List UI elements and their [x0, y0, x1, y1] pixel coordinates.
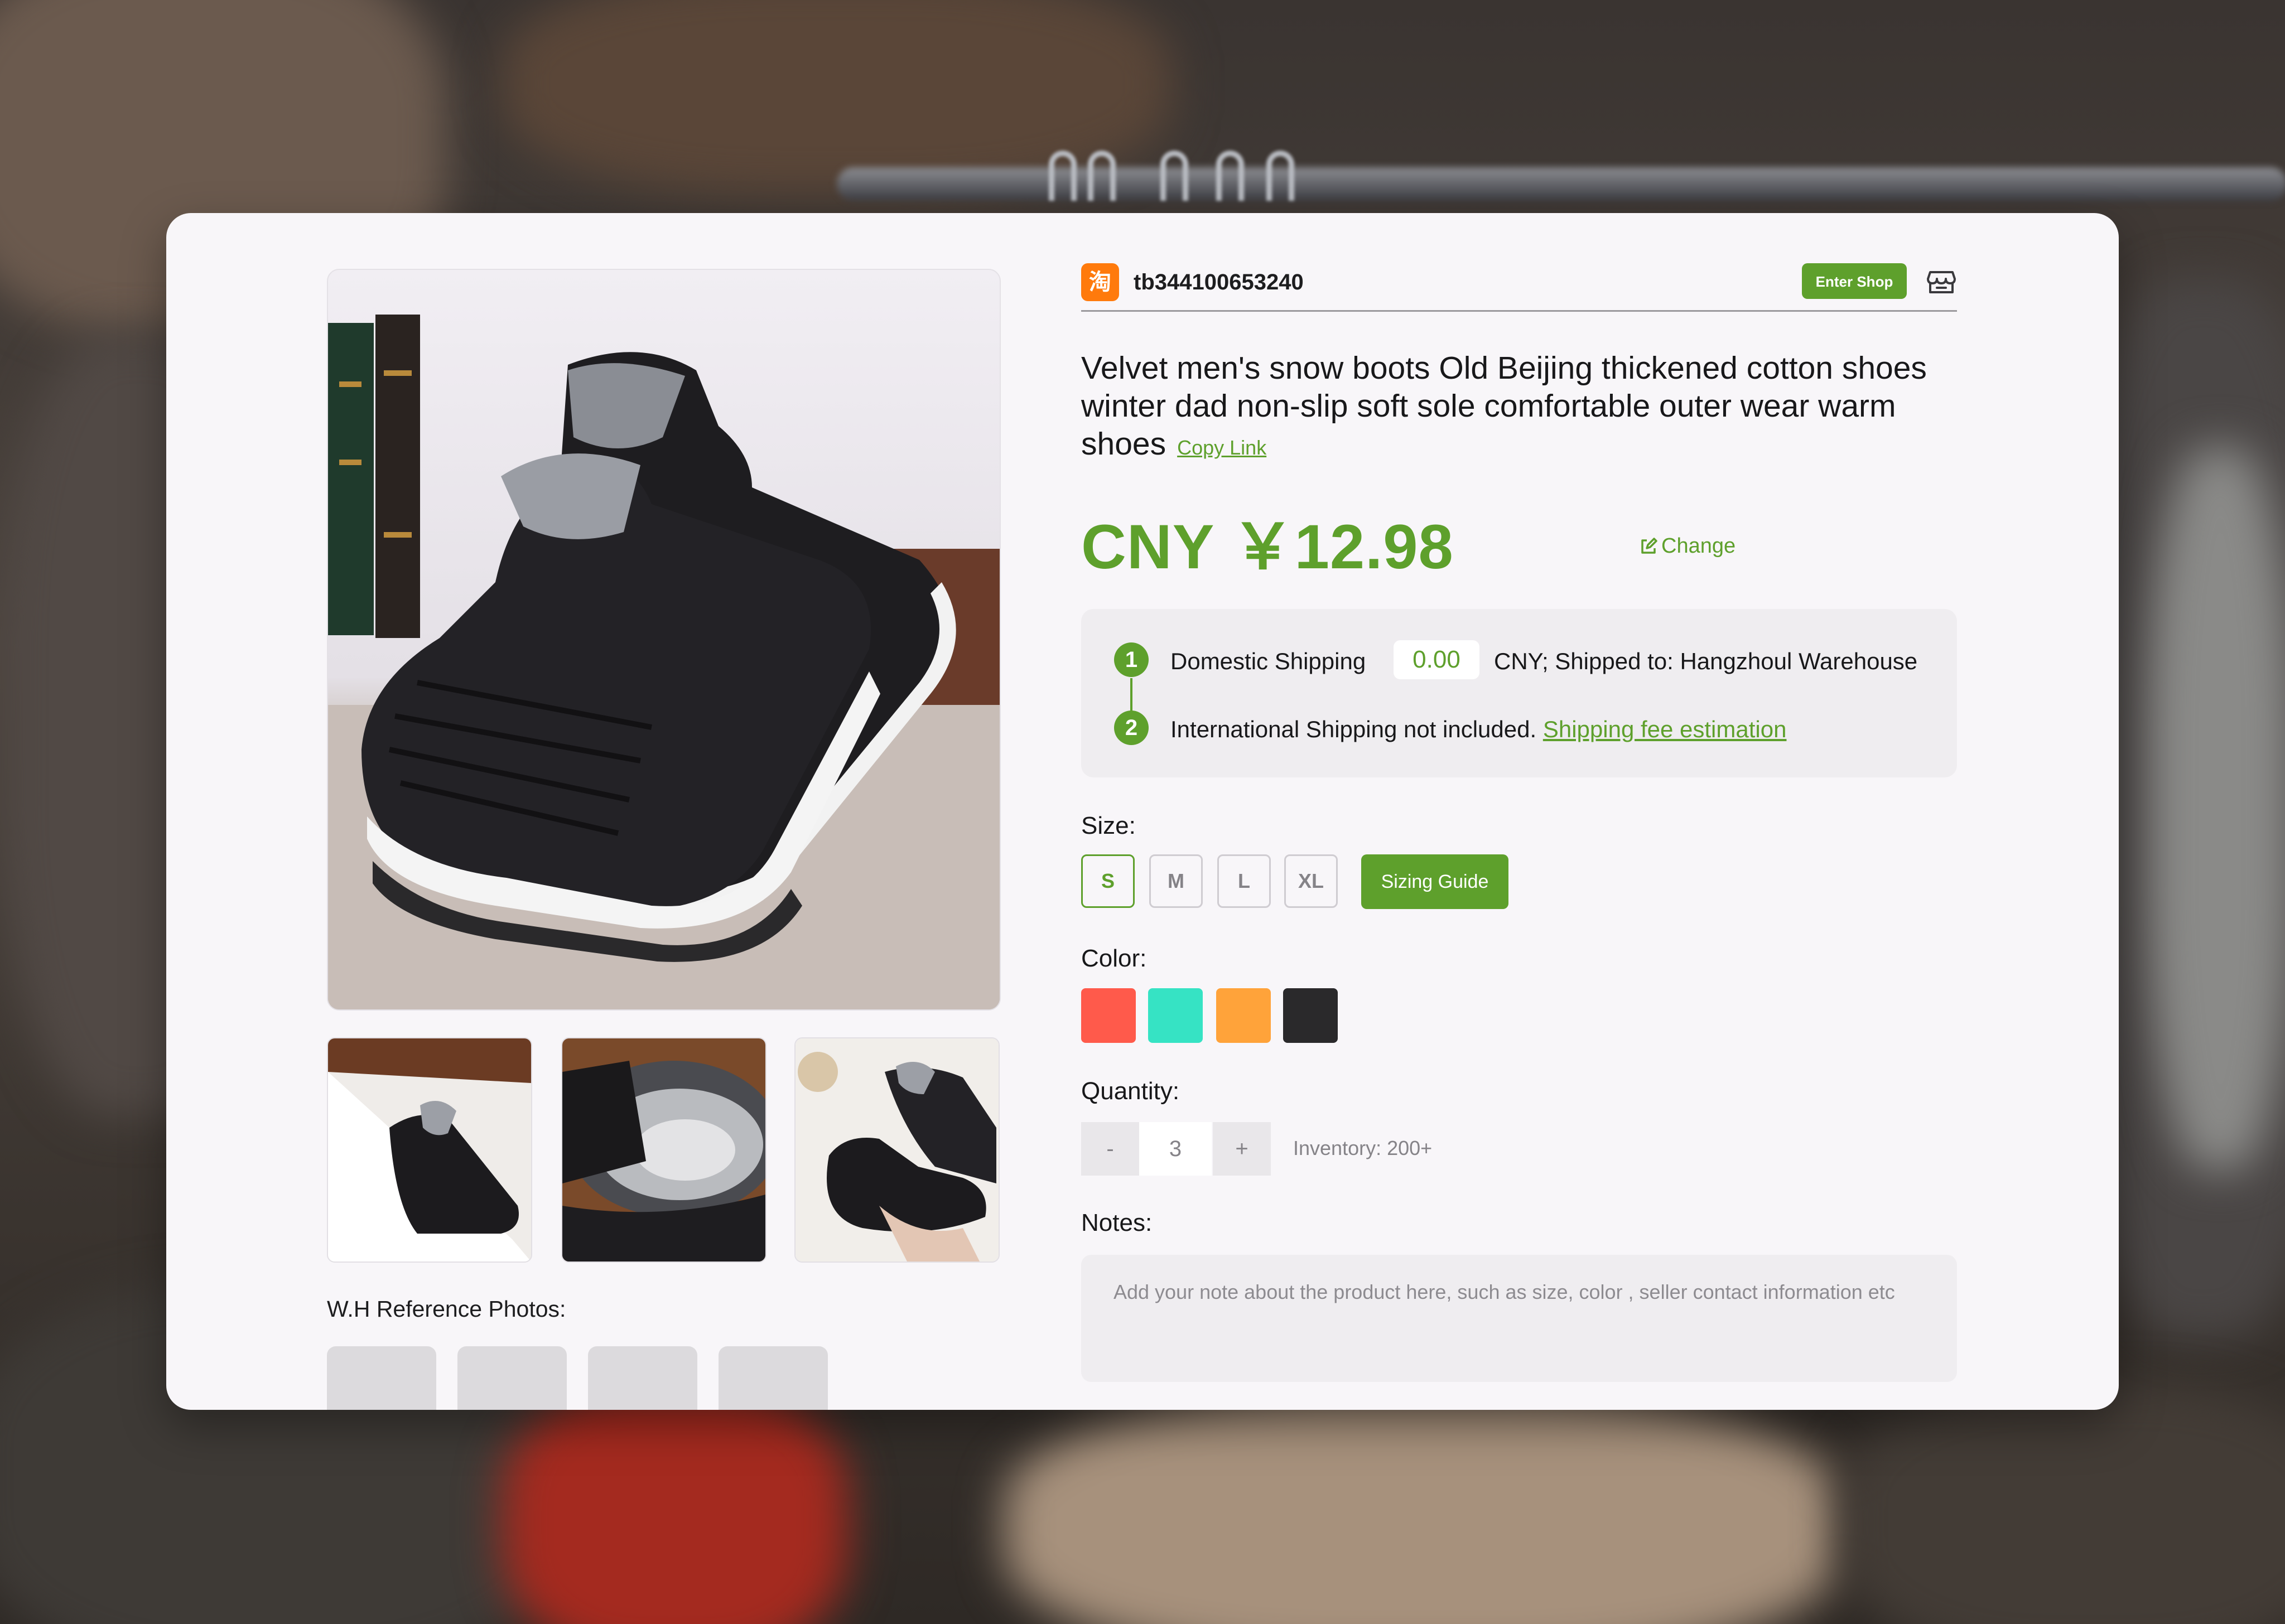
- shop-header: 淘 tb344100653240 Enter Shop: [1081, 263, 1957, 312]
- reference-photo-slot[interactable]: [588, 1346, 697, 1410]
- taobao-logo-icon: 淘: [1081, 263, 1119, 301]
- notes-textarea[interactable]: Add your note about the product here, su…: [1081, 1255, 1957, 1382]
- shipping-fee-estimation-link[interactable]: Shipping fee estimation: [1543, 716, 1787, 742]
- inventory-status: Inventory: 200+: [1293, 1137, 1433, 1159]
- product-detail-card: W.H Reference Photos: 淘 tb344100653240 E…: [166, 213, 2119, 1410]
- thumbnail-3[interactable]: [794, 1037, 1000, 1263]
- size-label: Size:: [1081, 812, 1136, 839]
- thumbnail-2[interactable]: [561, 1037, 767, 1263]
- change-currency-link[interactable]: Change: [1639, 534, 1736, 558]
- copy-link[interactable]: Copy Link: [1177, 436, 1266, 459]
- step-2-badge: 2: [1114, 710, 1149, 745]
- quantity-label: Quantity:: [1081, 1077, 1180, 1105]
- domestic-shipping-fee: 0.00: [1394, 640, 1479, 679]
- domestic-shipping-label: Domestic Shipping: [1170, 648, 1366, 674]
- size-option-xl[interactable]: XL: [1284, 854, 1338, 908]
- step-connector: [1130, 678, 1132, 712]
- color-swatch-red[interactable]: [1081, 988, 1136, 1043]
- notes-label: Notes:: [1081, 1209, 1153, 1236]
- boots-illustration: [328, 315, 1000, 1009]
- product-price: CNY ￥12.98: [1081, 512, 1454, 582]
- quantity-input[interactable]: 3: [1139, 1122, 1212, 1176]
- thumbnail-1[interactable]: [327, 1037, 532, 1263]
- size-option-m[interactable]: M: [1149, 854, 1203, 908]
- shop-id: tb344100653240: [1134, 270, 1304, 294]
- thumbnail-2-image: [562, 1038, 765, 1262]
- main-product-photo[interactable]: [327, 269, 1001, 1011]
- thumbnail-3-image: [796, 1038, 999, 1262]
- color-swatch-teal[interactable]: [1148, 988, 1203, 1043]
- thumbnail-1-image: [328, 1038, 531, 1262]
- notes-placeholder: Add your note about the product here, su…: [1113, 1280, 1895, 1303]
- step-1-badge: 1: [1114, 642, 1149, 677]
- product-title: Velvet men's snow boots Old Beijing thic…: [1081, 349, 1974, 467]
- enter-shop-button[interactable]: Enter Shop: [1802, 263, 1907, 299]
- shipping-panel: 1 2 Domestic Shipping 0.00 CNY; Shipped …: [1081, 609, 1957, 777]
- size-option-l[interactable]: L: [1217, 854, 1271, 908]
- edit-icon: [1641, 538, 1657, 554]
- reference-photo-slot[interactable]: [327, 1346, 436, 1410]
- color-swatch-orange[interactable]: [1216, 988, 1271, 1043]
- store-icon[interactable]: [1925, 264, 1958, 298]
- shipping-destination: CNY; Shipped to: Hangzhoul Warehouse: [1494, 648, 1918, 674]
- reference-photo-slot[interactable]: [457, 1346, 567, 1410]
- color-label: Color:: [1081, 945, 1147, 972]
- size-option-s[interactable]: S: [1081, 854, 1135, 908]
- reference-photos-label: W.H Reference Photos:: [327, 1296, 566, 1322]
- international-shipping-text: International Shipping not included.: [1170, 716, 1537, 742]
- quantity-decrement-button[interactable]: -: [1081, 1122, 1139, 1176]
- color-swatch-black[interactable]: [1283, 988, 1338, 1043]
- reference-photo-slot[interactable]: [719, 1346, 828, 1410]
- change-label: Change: [1661, 534, 1736, 558]
- sizing-guide-button[interactable]: Sizing Guide: [1361, 854, 1508, 909]
- quantity-increment-button[interactable]: +: [1213, 1122, 1271, 1176]
- international-shipping-note: International Shipping not included. Shi…: [1170, 716, 1786, 743]
